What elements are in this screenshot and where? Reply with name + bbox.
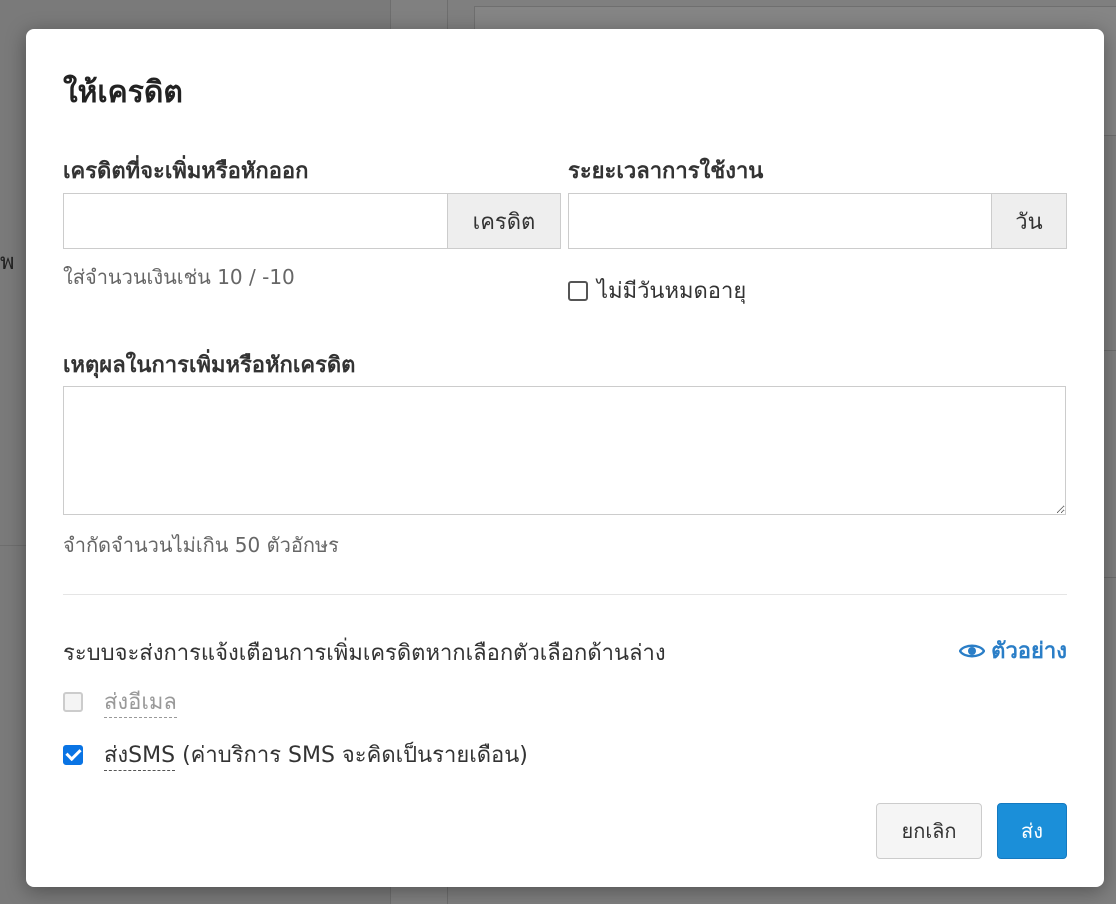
cancel-button[interactable]: ยกเลิก xyxy=(876,803,982,859)
no-expiry-checkbox[interactable] xyxy=(568,280,588,301)
preview-label[interactable]: ตัวอย่าง xyxy=(991,633,1067,668)
send-email-label: ส่งอีเมล xyxy=(104,690,177,718)
send-email-text: ส่งอีเมล xyxy=(104,684,177,719)
credit-amount-input[interactable] xyxy=(63,193,447,249)
section-divider xyxy=(63,594,1067,595)
no-expiry-option[interactable]: ไม่มีวันหมดอายุ xyxy=(568,273,746,308)
credit-amount-help: ใส่จำนวนเงินเช่น 10 / -10 xyxy=(63,265,295,289)
modal-title: ให้เครดิต xyxy=(63,75,183,110)
give-credit-modal: ให้เครดิต เครดิตที่จะเพิ่มหรือหักออก เคร… xyxy=(26,29,1104,887)
duration-unit-addon: วัน xyxy=(991,193,1067,249)
send-email-checkbox xyxy=(63,691,83,712)
send-sms-checkbox[interactable] xyxy=(63,744,83,765)
duration-input[interactable] xyxy=(568,193,991,249)
send-button[interactable]: ส่ง xyxy=(997,803,1067,859)
credit-amount-group: เครดิต xyxy=(63,193,561,249)
no-expiry-label[interactable]: ไม่มีวันหมดอายุ xyxy=(597,273,746,308)
reason-textarea[interactable] xyxy=(63,386,1066,515)
notification-description: ระบบจะส่งการแจ้งเตือนการเพิ่มเครดิตหากเล… xyxy=(63,641,666,666)
duration-label: ระยะเวลาการใช้งาน xyxy=(568,159,764,184)
credit-unit-addon: เครดิต xyxy=(447,193,561,249)
send-sms-cost-note: (ค่าบริการ SMS จะคิดเป็นรายเดือน) xyxy=(175,743,528,768)
duration-group: วัน xyxy=(568,193,1067,249)
reason-help: จำกัดจำนวนไม่เกิน 50 ตัวอักษร xyxy=(63,533,339,557)
send-sms-option[interactable]: ส่งSMS (ค่าบริการ SMS จะคิดเป็นรายเดือน) xyxy=(63,737,528,772)
send-sms-label[interactable]: ส่งSMS xyxy=(104,743,176,771)
credit-amount-label: เครดิตที่จะเพิ่มหรือหักออก xyxy=(63,159,309,184)
background-edge-text: ัพ xyxy=(0,250,15,275)
send-sms-text[interactable]: ส่งSMS (ค่าบริการ SMS จะคิดเป็นรายเดือน) xyxy=(104,737,528,772)
preview-link[interactable]: ตัวอย่าง xyxy=(959,633,1067,668)
send-email-option: ส่งอีเมล xyxy=(63,684,177,719)
eye-icon xyxy=(959,644,986,657)
reason-label: เหตุผลในการเพิ่มหรือหักเครดิต xyxy=(63,353,356,378)
